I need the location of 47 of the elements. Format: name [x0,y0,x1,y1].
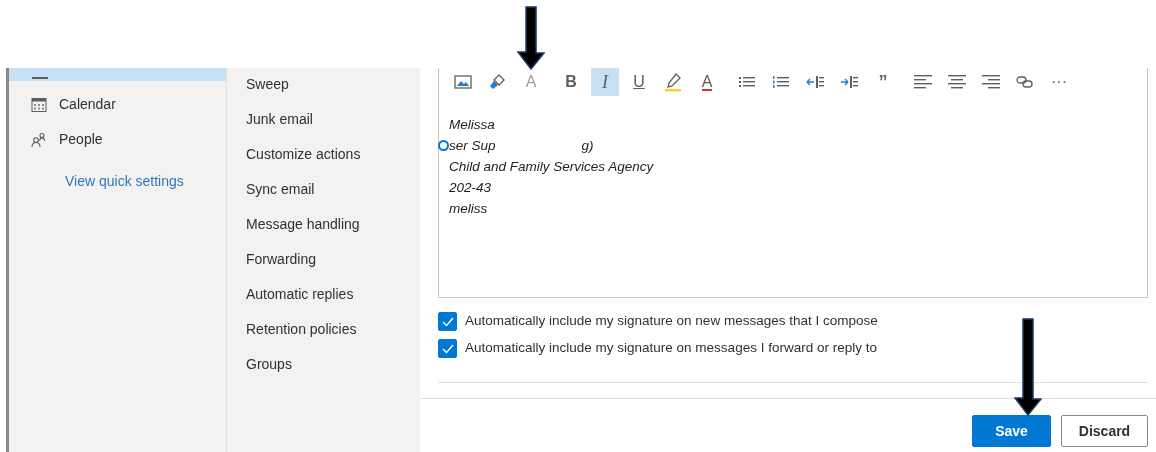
settings-menu-item[interactable]: Message handling [246,207,420,242]
calendar-icon [31,96,47,113]
signature-text: g) [581,137,594,155]
signature-text: meliss [449,200,488,218]
highlighter-icon [664,72,682,92]
font-color-button[interactable]: A [693,68,721,96]
signature-editor[interactable]: A B I U A ” ··· Melissa ser Sup g) Child and Family Services Agency 202-43 meliss [438,68,1148,298]
checkbox[interactable] [438,312,457,331]
checkbox[interactable] [438,339,457,358]
italic-button[interactable]: I [591,68,619,96]
align-left-icon [914,75,932,89]
quote-button[interactable]: ” [869,68,897,96]
underline-button[interactable]: U [625,68,653,96]
bullet-list-icon [739,75,755,89]
link-icon [1016,76,1034,88]
settings-menu-item[interactable]: Junk email [246,102,420,137]
paintbrush-icon [488,73,506,91]
settings-menu-item[interactable]: Retention policies [246,312,420,347]
discard-button[interactable]: Discard [1061,415,1148,447]
checkmark-icon [441,316,454,327]
image-icon [454,74,472,90]
bold-button[interactable]: B [557,68,585,96]
signature-text: Child and Family Services Agency [449,158,654,176]
nav-item[interactable]: Calendar [9,87,226,122]
signature-text: ser Sup [449,137,496,155]
save-button[interactable]: Save [972,415,1051,447]
checkbox-label: Automatically include my signature on messages I forward or reply to [465,339,877,358]
align-right-icon [982,75,1000,89]
align-center-icon [948,75,966,89]
decrease-indent-icon [806,76,824,88]
settings-menu-item[interactable]: Sweep [246,67,420,102]
people-icon [31,131,47,148]
nav-item[interactable]: People [9,122,226,157]
more-button[interactable]: ··· [1045,68,1073,96]
signature-text: Melissa [449,116,495,134]
down-arrow [517,6,545,70]
settings-menu-item[interactable]: Automatic replies [246,277,420,312]
settings-menu-item[interactable]: Forwarding [246,242,420,277]
checkbox-label: Automatically include my signature on new messages that I compose [465,312,878,331]
settings-menu-item[interactable]: Sync email [246,172,420,207]
settings-menu-item[interactable]: Groups [246,347,420,382]
numbered-list-icon [773,75,789,89]
quick-settings-link[interactable]: View quick settings [9,171,184,192]
increase-indent-icon [840,76,858,88]
settings-menu-item[interactable]: Customize actions [246,137,420,172]
signature-text: 202-43 [449,179,492,197]
checkmark-icon [441,343,454,354]
